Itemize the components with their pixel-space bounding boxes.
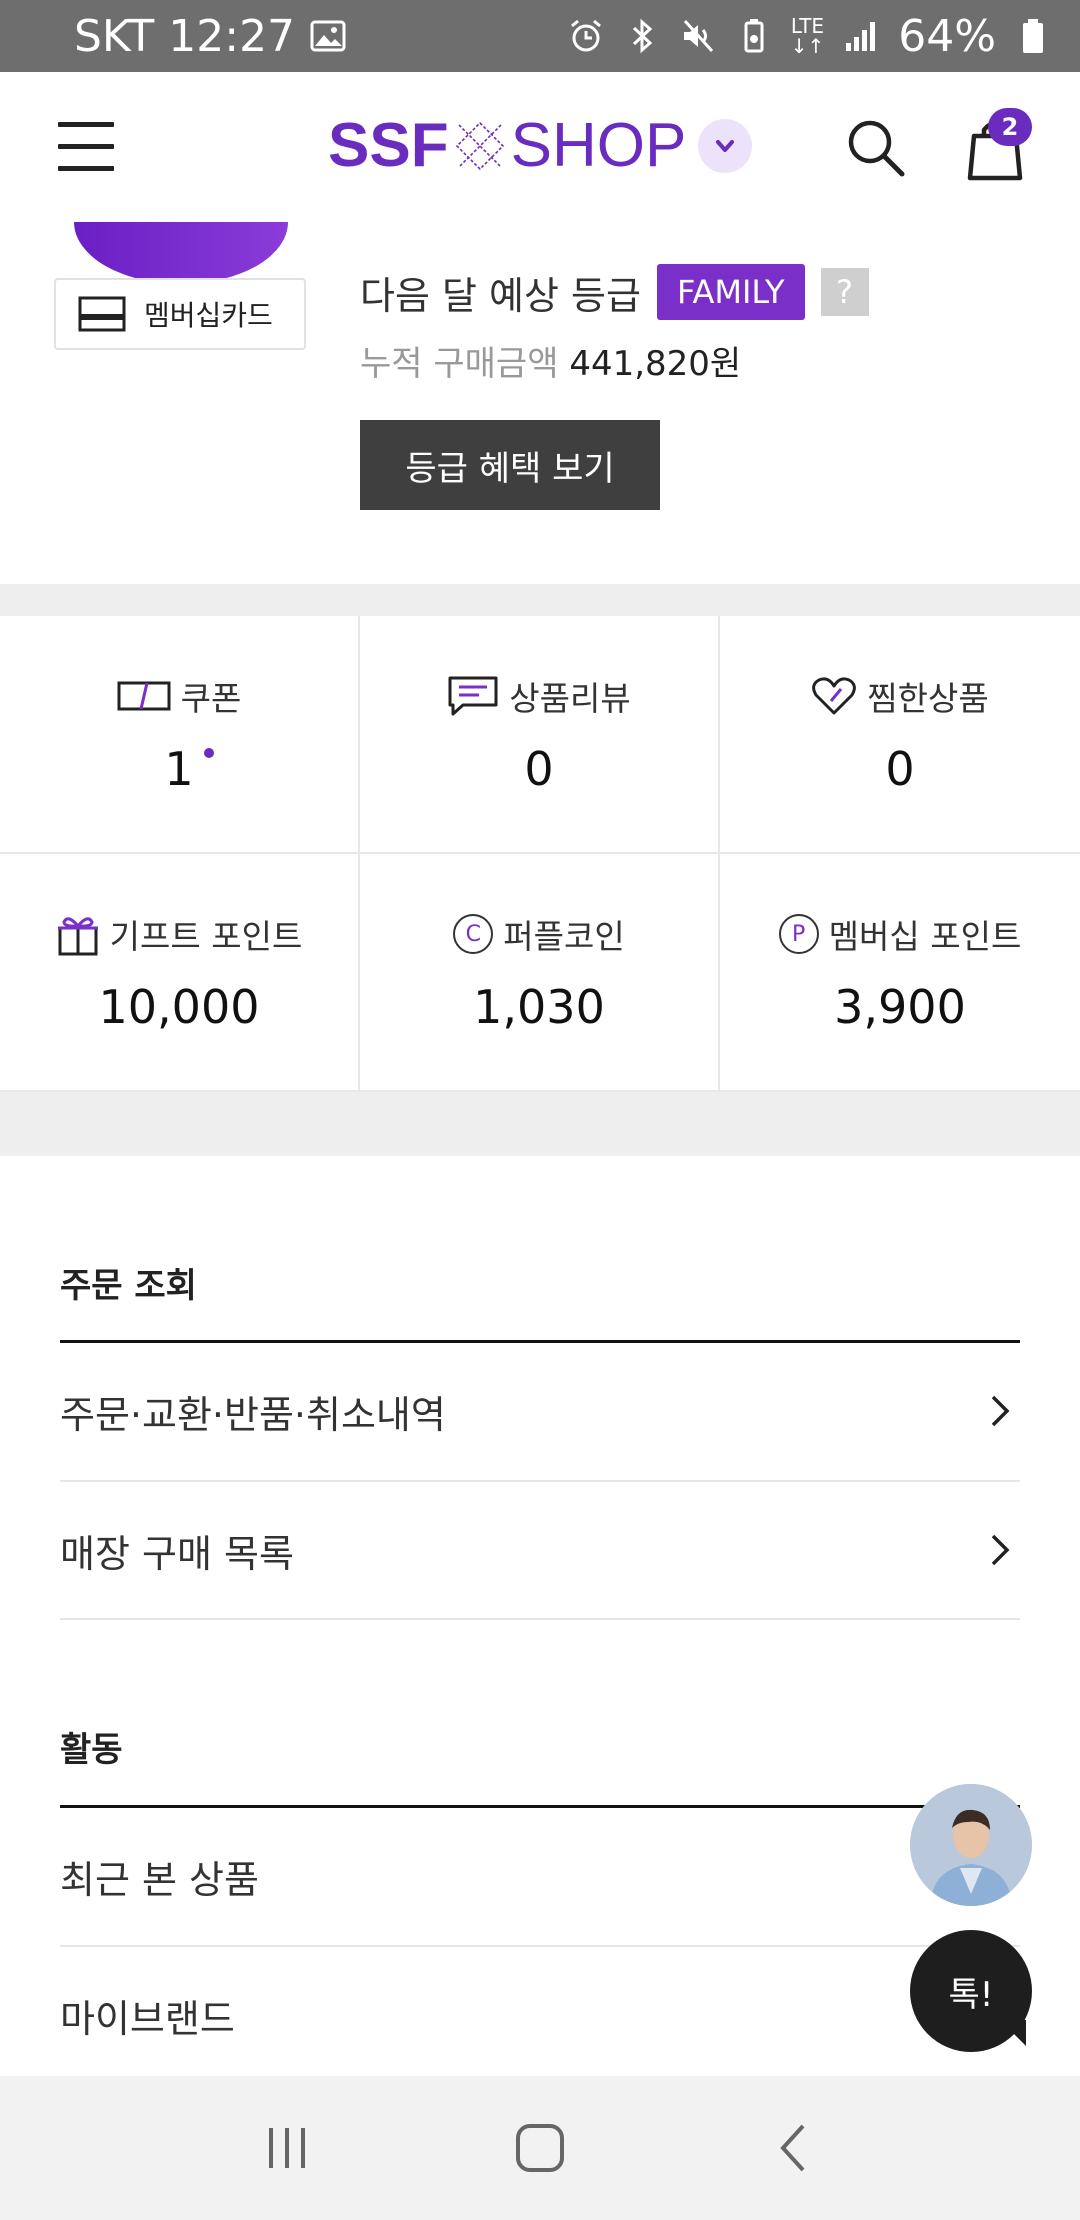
stat-purple-coin[interactable]: C 퍼플코인 1,030 xyxy=(360,854,720,1092)
menu-item-label: 최근 본 상품 xyxy=(60,1857,259,1902)
bluetooth-icon xyxy=(632,18,652,54)
lte-indicator: LTE ↓↑ xyxy=(790,14,825,58)
coupon-icon xyxy=(117,681,171,711)
stat-label: 퍼플코인 xyxy=(503,917,625,956)
chevron-right-icon xyxy=(991,1395,1010,1427)
point-icon: P xyxy=(778,914,819,954)
stat-label: 멤버십 포인트 xyxy=(828,917,1022,956)
menu-item-label: 마이브랜드 xyxy=(60,1996,235,2041)
menu-item-label: 매장 구매 목록 xyxy=(60,1531,294,1576)
membership-card-label: 멤버십카드 xyxy=(144,299,273,332)
my-brand-link[interactable]: 마이브랜드 xyxy=(60,1947,1020,2083)
recently-viewed-link[interactable]: 최근 본 상품 xyxy=(60,1808,1020,1944)
chevron-right-icon xyxy=(991,1534,1010,1566)
app-header: SSF SHOP 2 xyxy=(0,72,1080,222)
logo-ssf-text: SSF xyxy=(328,111,449,180)
stat-value: 0 xyxy=(524,742,554,796)
logo-shop-text: SHOP xyxy=(510,111,687,180)
section-divider xyxy=(0,1092,1080,1156)
mute-icon xyxy=(683,19,713,53)
alarm-icon xyxy=(570,19,601,52)
chevron-down-icon xyxy=(716,139,735,152)
battery-percent: 64% xyxy=(898,10,996,62)
model-photo-icon xyxy=(910,1784,1032,1906)
mall-switch-dropdown[interactable] xyxy=(698,118,753,173)
section-divider xyxy=(0,584,1080,616)
clock: 12:27 xyxy=(168,10,296,62)
heart-icon xyxy=(812,677,857,715)
item-divider xyxy=(60,1618,1020,1620)
gallery-icon xyxy=(310,20,346,52)
menu-icon[interactable] xyxy=(58,122,114,172)
system-nav-bar xyxy=(0,2076,1080,2220)
stats-grid: 쿠폰 1 상품리뷰 0 찜한상품 0 기프트 포인트 10,000 C 퍼플코인… xyxy=(0,616,1080,1092)
order-section-title: 주문 조회 xyxy=(60,1266,197,1306)
stat-label: 상품리뷰 xyxy=(509,679,631,718)
status-bar: SKT 12:27 LTE ↓↑ 64% xyxy=(0,0,1080,72)
search-icon[interactable] xyxy=(844,116,908,180)
menu-item-label: 주문·교환·반품·취소내역 xyxy=(60,1392,446,1437)
signal-icon xyxy=(846,22,876,51)
grade-benefit-button[interactable]: 등급 혜택 보기 xyxy=(360,420,660,510)
stat-label: 찜한상품 xyxy=(867,679,989,718)
stat-value: 1,030 xyxy=(473,980,605,1034)
cumulative-label: 누적 구매금액 xyxy=(360,344,559,384)
cumulative-purchase: 누적 구매금액 441,820원 xyxy=(360,336,741,385)
stat-label: 쿠폰 xyxy=(180,679,242,718)
back-icon[interactable] xyxy=(757,2112,829,2184)
recent-apps-icon[interactable] xyxy=(251,2112,323,2184)
new-indicator-dot xyxy=(203,748,214,758)
review-icon xyxy=(448,676,498,716)
membership-card-button[interactable]: 멤버십카드 xyxy=(54,278,306,350)
next-grade-label: 다음 달 예상 등급 xyxy=(360,273,641,318)
store-purchase-link[interactable]: 매장 구매 목록 xyxy=(60,1482,1020,1618)
stat-membership-point[interactable]: P 멤버십 포인트 3,900 xyxy=(720,854,1080,1092)
grade-help-button[interactable]: ? xyxy=(820,268,869,316)
stat-review[interactable]: 상품리뷰 0 xyxy=(360,616,720,854)
next-grade-row: 다음 달 예상 등급 FAMILY ? xyxy=(360,264,869,320)
stat-value: 3,900 xyxy=(834,980,966,1034)
gift-icon xyxy=(57,917,98,956)
ssf-shop-logo[interactable]: SSF SHOP xyxy=(328,110,753,181)
order-history-link[interactable]: 주문·교환·반품·취소내역 xyxy=(60,1343,1020,1479)
recent-product-thumbnail[interactable] xyxy=(910,1784,1032,1906)
battery-icon xyxy=(1023,19,1043,53)
stat-value: 1 xyxy=(164,742,194,796)
logo-mark-icon xyxy=(455,121,504,170)
chat-bubble-tail xyxy=(1000,2020,1026,2046)
grade-badge: FAMILY xyxy=(656,264,805,320)
stat-gift-point[interactable]: 기프트 포인트 10,000 xyxy=(0,854,360,1092)
card-icon xyxy=(78,296,126,332)
home-icon[interactable] xyxy=(504,2112,576,2184)
cumulative-amount: 441,820원 xyxy=(569,344,742,384)
stat-value: 0 xyxy=(885,742,915,796)
cart-count-badge: 2 xyxy=(988,108,1032,146)
stat-wishlist[interactable]: 찜한상품 0 xyxy=(720,616,1080,854)
carrier-label: SKT xyxy=(74,10,155,62)
stat-value: 10,000 xyxy=(98,980,260,1034)
stat-label: 기프트 포인트 xyxy=(109,917,303,956)
activity-section-title: 활동 xyxy=(60,1730,123,1770)
battery-saver-icon xyxy=(744,19,764,53)
coin-icon: C xyxy=(453,914,494,954)
grade-emblem xyxy=(74,222,288,284)
stat-coupon[interactable]: 쿠폰 1 xyxy=(0,616,360,854)
